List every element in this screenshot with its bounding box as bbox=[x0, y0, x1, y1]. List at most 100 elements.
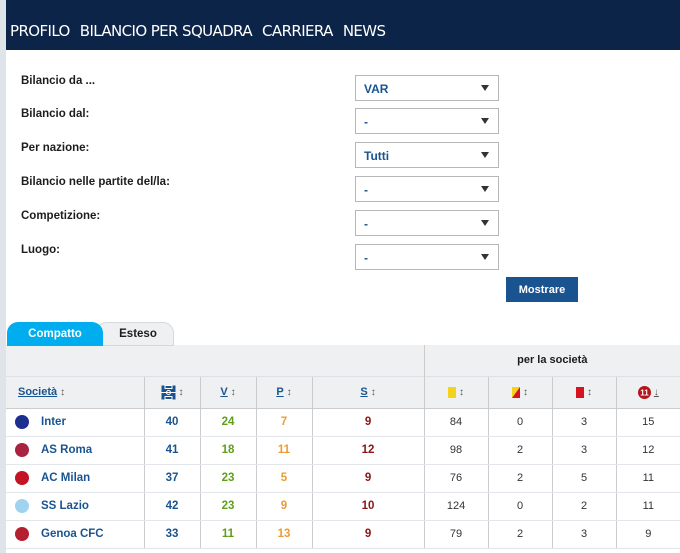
pitch-icon bbox=[161, 384, 175, 400]
col-header-societa[interactable]: Società ↕ bbox=[6, 375, 144, 409]
club-cell: AC Milan bbox=[6, 464, 144, 493]
club-name-link[interactable]: Genoa CFC bbox=[41, 528, 104, 540]
club-logo-icon bbox=[15, 443, 29, 457]
sort-icon: ↓ bbox=[653, 386, 659, 398]
view-tabs: Esteso Compatto bbox=[6, 315, 680, 346]
yellow-red-cards-value: 2 bbox=[487, 464, 553, 493]
svg-text:11: 11 bbox=[640, 388, 649, 397]
tab-esteso[interactable]: Esteso bbox=[96, 322, 174, 346]
club-stats-table: per la società Società ↕ ↕ V ↕ P ↕ S ↕ ↕ ↕ ↕… bbox=[6, 345, 680, 549]
tab-compatto[interactable]: Compatto bbox=[7, 322, 103, 346]
header-label: Società bbox=[18, 386, 58, 398]
yellow-cards-value: 84 bbox=[423, 408, 489, 437]
sort-icon: ↕ bbox=[286, 387, 292, 398]
chevron-down-icon bbox=[481, 254, 489, 260]
yellow-card-icon bbox=[448, 386, 457, 398]
club-name-link[interactable]: AS Roma bbox=[41, 444, 92, 456]
select-value: - bbox=[364, 183, 368, 197]
group-spacer bbox=[6, 345, 425, 376]
table-row: Genoa CFC 33 11 13 9 79 2 3 9 bbox=[6, 520, 680, 549]
games-value: 37 bbox=[143, 464, 200, 493]
select-value: - bbox=[364, 115, 368, 129]
col-header-s[interactable]: S ↕ bbox=[311, 375, 425, 409]
sort-icon: ↕ bbox=[587, 387, 593, 398]
filter-label: Bilancio da ... bbox=[21, 75, 96, 87]
bilancio-da-select[interactable]: VAR bbox=[355, 75, 499, 101]
draws-value: 13 bbox=[255, 520, 312, 549]
filter-row-competizione: Competizione: - bbox=[21, 210, 501, 236]
col-header-games[interactable]: ↕ bbox=[143, 375, 200, 409]
top-nav: Profilo Bilancio per squadra Carriera Ne… bbox=[6, 0, 680, 50]
wins-value: 23 bbox=[199, 492, 256, 521]
col-header-penalty[interactable]: 11 ↓ bbox=[615, 375, 680, 409]
partite-select[interactable]: - bbox=[355, 176, 499, 202]
table-row: AS Roma 41 18 11 12 98 2 3 12 bbox=[6, 436, 680, 465]
wins-value: 24 bbox=[199, 408, 256, 437]
yellow-red-cards-value: 0 bbox=[487, 492, 553, 521]
penalty-icon: 11 bbox=[637, 385, 651, 399]
chevron-down-icon bbox=[481, 152, 489, 158]
red-cards-value: 3 bbox=[551, 436, 617, 465]
wins-value: 23 bbox=[199, 464, 256, 493]
bilancio-dal-select[interactable]: - bbox=[355, 108, 499, 134]
chevron-down-icon bbox=[481, 85, 489, 91]
filter-row-bilancio-dal: Bilancio dal: - bbox=[21, 108, 501, 134]
club-cell: Genoa CFC bbox=[6, 520, 144, 549]
col-header-v[interactable]: V ↕ bbox=[199, 375, 256, 409]
losses-value: 12 bbox=[311, 436, 425, 465]
header-label: V bbox=[220, 386, 228, 398]
filter-row-bilancio-da: Bilancio da ... VAR bbox=[21, 75, 501, 101]
table-body: Inter 40 24 7 9 84 0 3 15 AS Roma 41 18 11 12 98 2 3 12 AC… bbox=[6, 408, 680, 549]
filter-label: Per nazione: bbox=[21, 142, 90, 154]
penalties-value: 11 bbox=[615, 492, 680, 521]
nav-news[interactable]: News bbox=[343, 22, 386, 40]
penalties-value: 12 bbox=[615, 436, 680, 465]
penalties-value: 11 bbox=[615, 464, 680, 493]
red-cards-value: 5 bbox=[551, 464, 617, 493]
club-name-link[interactable]: SS Lazio bbox=[41, 500, 89, 512]
table-row: AC Milan 37 23 5 9 76 2 5 11 bbox=[6, 464, 680, 493]
draws-value: 11 bbox=[255, 436, 312, 465]
wins-value: 11 bbox=[199, 520, 256, 549]
select-value: VAR bbox=[364, 82, 389, 96]
yellow-red-cards-value: 2 bbox=[487, 436, 553, 465]
chevron-down-icon bbox=[481, 186, 489, 192]
filter-label: Competizione: bbox=[21, 210, 101, 222]
sort-icon: ↕ bbox=[523, 387, 529, 398]
red-card-icon bbox=[576, 386, 585, 398]
yellow-cards-value: 98 bbox=[423, 436, 489, 465]
filter-label: Bilancio nelle partite del/la: bbox=[21, 176, 170, 188]
competizione-select[interactable]: - bbox=[355, 210, 499, 236]
col-header-yellow[interactable]: ↕ bbox=[423, 375, 489, 409]
draws-value: 5 bbox=[255, 464, 312, 493]
select-value: - bbox=[364, 251, 368, 265]
chevron-down-icon bbox=[481, 118, 489, 124]
col-header-yellow-red[interactable]: ↕ bbox=[487, 375, 553, 409]
col-header-red[interactable]: ↕ bbox=[551, 375, 617, 409]
filter-form: Bilancio da ... VAR Bilancio dal: - Per … bbox=[6, 50, 680, 315]
games-value: 33 bbox=[143, 520, 200, 549]
luogo-select[interactable]: - bbox=[355, 244, 499, 270]
red-cards-value: 3 bbox=[551, 520, 617, 549]
table-header-row: Società ↕ ↕ V ↕ P ↕ S ↕ ↕ ↕ ↕ 11 ↓ bbox=[6, 375, 680, 409]
col-header-p[interactable]: P ↕ bbox=[255, 375, 312, 409]
losses-value: 10 bbox=[311, 492, 425, 521]
nav-carriera[interactable]: Carriera bbox=[262, 22, 333, 40]
club-cell: SS Lazio bbox=[6, 492, 144, 521]
club-name-link[interactable]: AC Milan bbox=[41, 472, 90, 484]
penalties-value: 9 bbox=[615, 520, 680, 549]
table-row: SS Lazio 42 23 9 10 124 0 2 11 bbox=[6, 492, 680, 521]
page-frame: Profilo Bilancio per squadra Carriera Ne… bbox=[6, 0, 680, 553]
club-logo-icon bbox=[15, 499, 29, 513]
select-value: - bbox=[364, 217, 368, 231]
nazione-select[interactable]: Tutti bbox=[355, 142, 499, 168]
table-group-row: per la società bbox=[6, 345, 680, 376]
table-row: Inter 40 24 7 9 84 0 3 15 bbox=[6, 408, 680, 437]
mostrare-button[interactable]: Mostrare bbox=[506, 277, 578, 302]
wins-value: 18 bbox=[199, 436, 256, 465]
sort-icon: ↕ bbox=[230, 387, 236, 398]
sort-icon: ↕ bbox=[370, 387, 376, 398]
nav-bilancio-per-squadra[interactable]: Bilancio per squadra bbox=[80, 22, 253, 40]
club-name-link[interactable]: Inter bbox=[41, 416, 66, 428]
nav-profilo[interactable]: Profilo bbox=[10, 22, 70, 40]
